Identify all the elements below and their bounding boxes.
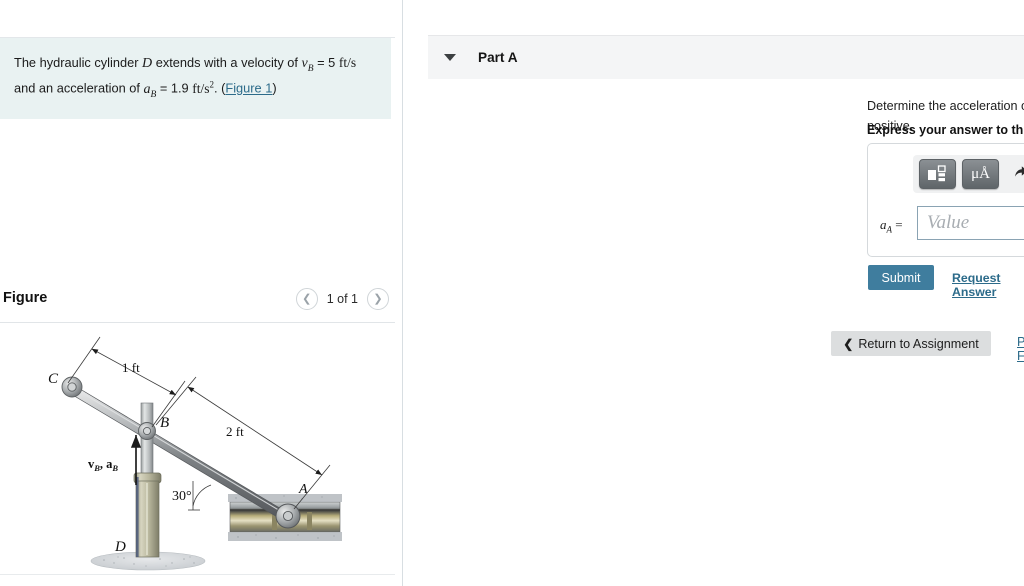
figure-header: Figure ❮ 1 of 1 ❯ — [0, 288, 395, 324]
figure-page-label: 1 of 1 — [326, 292, 358, 306]
problem-var-aB: aB — [143, 81, 157, 100]
problem-unit-fts2: ft/s2 — [192, 79, 214, 96]
units-icon[interactable]: μÅ — [962, 159, 999, 189]
left-panel: The hydraulic cylinder D extends with a … — [0, 0, 403, 586]
problem-line2-eq: = 1.9 — [156, 80, 193, 96]
pin-joint-A — [275, 503, 301, 529]
mechanism-diagram-svg: 1 ft 2 ft 30° vB, aB C B A D — [48, 336, 342, 571]
chevron-right-icon[interactable]: ❯ — [367, 288, 389, 310]
value-input[interactable]: Value — [917, 206, 1024, 240]
problem-line1-mid: extends with a velocity of — [152, 55, 302, 70]
problem-var-vB: vB — [301, 56, 314, 74]
submit-button[interactable]: Submit — [868, 265, 934, 290]
point-label-D: D — [114, 539, 126, 555]
point-label-B: B — [160, 415, 169, 431]
question-instruction: Express your answer to three significant… — [867, 123, 1024, 137]
return-to-assignment-button[interactable]: ❮ Return to Assignment — [831, 331, 991, 356]
part-a-title: Part A — [478, 50, 518, 65]
figure-pager: ❮ 1 of 1 ❯ — [295, 288, 389, 310]
pin-joint-C — [61, 376, 83, 398]
dimension-1ft — [67, 336, 186, 428]
problem-statement-panel: The hydraulic cylinder D extends with a … — [0, 38, 391, 119]
problem-statement-text: The hydraulic cylinder D extends with a … — [14, 52, 375, 103]
problem-line2-pre: and an acceleration of — [14, 80, 144, 96]
figure-bottom-divider — [0, 574, 395, 575]
problem-var-D: D — [142, 56, 153, 71]
undo-icon[interactable] — [1014, 166, 1024, 182]
chevron-left-icon[interactable]: ❮ — [295, 288, 318, 310]
problem-line2-close: ) — [272, 80, 277, 96]
vector-label-B: vB, aB — [88, 457, 118, 473]
right-panel: Part A Determine the acceleration of A a… — [404, 0, 1024, 586]
figure-1-link[interactable]: Figure 1 — [225, 81, 272, 96]
dimension-label-1ft: 1 ft — [122, 360, 140, 375]
figure-divider — [0, 322, 395, 323]
problem-line1-pre: The hydraulic cylinder — [14, 55, 143, 70]
point-label-C: C — [48, 371, 59, 387]
answer-input-container: μÅ aA = Value — [867, 143, 1024, 257]
dimension-label-2ft: 2 ft — [226, 424, 244, 439]
units-button-label: μÅ — [971, 165, 990, 182]
template-icon[interactable] — [919, 159, 956, 189]
figure-diagram: 1 ft 2 ft 30° vB, aB C B A D — [0, 325, 395, 580]
figure-title: Figure — [3, 290, 48, 306]
provide-feedback-link[interactable]: Provide Feedback — [1017, 335, 1024, 363]
request-answer-link[interactable]: Request Answer — [952, 271, 1024, 299]
exercise-page: The hydraulic cylinder D extends with a … — [0, 0, 1024, 586]
chevron-left-icon: ❮ — [843, 336, 854, 351]
answer-variable-label: aA = — [880, 217, 903, 235]
question-pre: Determine the acceleration of — [867, 99, 1024, 113]
point-label-A: A — [298, 482, 308, 497]
problem-unit-fts: ft/s — [338, 55, 357, 70]
part-a-header[interactable]: Part A — [428, 35, 1024, 79]
math-toolbar: μÅ — [913, 155, 1024, 193]
return-button-label: Return to Assignment — [858, 336, 979, 351]
template-glyph — [927, 165, 946, 182]
angle-label-30: 30° — [172, 489, 192, 504]
caret-down-icon[interactable] — [444, 54, 456, 61]
problem-line2-end: . ( — [214, 80, 226, 96]
problem-line1-eq: = 5 — [313, 55, 339, 70]
